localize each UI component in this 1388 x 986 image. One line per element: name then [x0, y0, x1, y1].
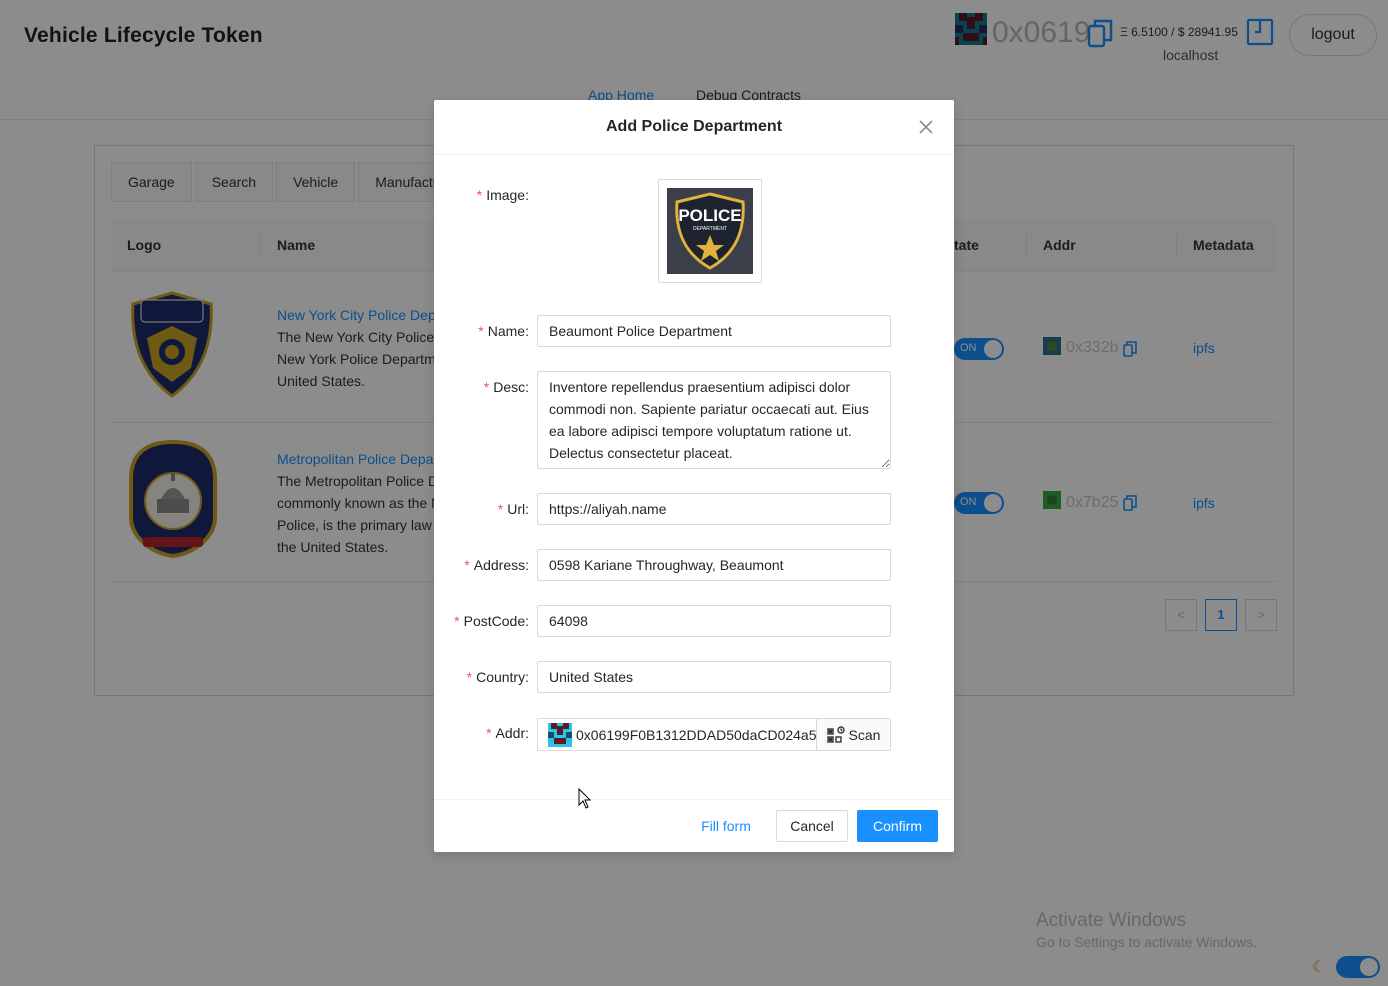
add-police-department-modal: Add Police Department * Image: POLICE DEP…: [434, 100, 954, 852]
close-icon[interactable]: [918, 119, 934, 135]
desc-label: * Desc:: [483, 379, 529, 395]
image-label: * Image:: [476, 187, 529, 203]
address-input[interactable]: [537, 549, 891, 581]
country-label: * Country:: [466, 669, 529, 685]
image-upload[interactable]: POLICE DEPARTMENT: [658, 179, 762, 283]
addr-input[interactable]: 0x06199F0B1312DDAD50daCD024a5: [538, 719, 816, 750]
postcode-label: * PostCode:: [454, 613, 529, 629]
address-label: * Address:: [464, 557, 529, 573]
confirm-button[interactable]: Confirm: [857, 810, 938, 842]
desc-textarea[interactable]: Inventore repellendus praesentium adipis…: [537, 371, 891, 469]
fill-form-button[interactable]: Fill form: [692, 810, 760, 842]
badge-subtitle-text: DEPARTMENT: [693, 226, 727, 232]
postcode-input[interactable]: [537, 605, 891, 637]
addr-input-group: 0x06199F0B1312DDAD50daCD024a5 Scan: [537, 718, 891, 751]
url-input[interactable]: [537, 493, 891, 525]
addr-blockie-avatar: [548, 722, 572, 747]
modal-title: Add Police Department: [605, 118, 783, 135]
badge-title-text: POLICE: [678, 206, 741, 225]
name-input[interactable]: [537, 315, 891, 347]
scan-label: Scan: [848, 726, 881, 743]
country-input[interactable]: [537, 661, 891, 693]
url-label: * Url:: [497, 501, 529, 517]
modal-footer: Fill form Cancel Confirm: [434, 799, 954, 852]
police-badge-image: POLICE DEPARTMENT: [667, 188, 753, 274]
cancel-button[interactable]: Cancel: [776, 810, 848, 842]
name-label: * Name:: [478, 323, 529, 339]
addr-value: 0x06199F0B1312DDAD50daCD024a5: [576, 726, 816, 743]
addr-label: * Addr:: [486, 725, 529, 741]
scan-button[interactable]: Scan: [816, 719, 890, 750]
modal-header: Add Police Department: [434, 100, 954, 155]
qrcode-icon: [826, 725, 845, 743]
mouse-cursor-icon: [578, 788, 592, 809]
